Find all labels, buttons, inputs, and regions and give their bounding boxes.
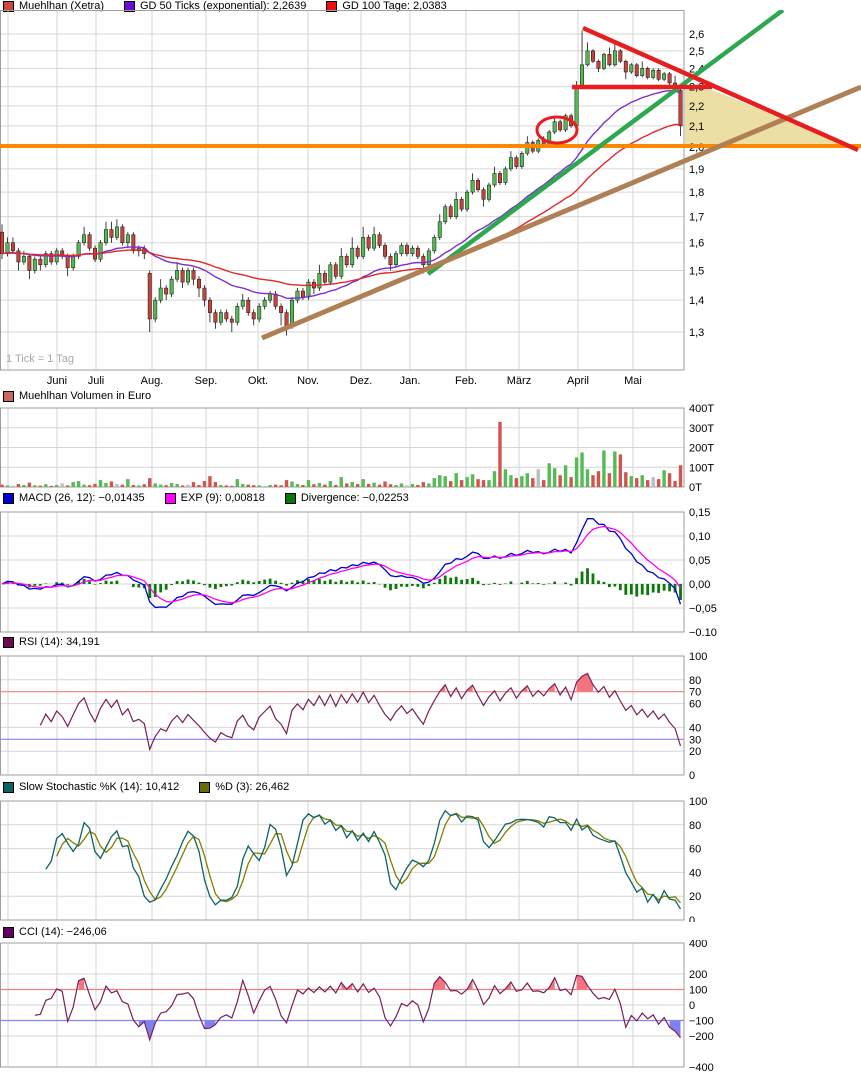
svg-text:30: 30	[689, 734, 701, 746]
legend-rsi: RSI (14): 34,191	[3, 637, 100, 648]
svg-text:Jan.: Jan.	[400, 375, 421, 387]
tick-note: 1 Tick = 1 Tag	[6, 353, 74, 365]
svg-text:60: 60	[689, 844, 701, 856]
legend-volume: Muehlhan Volumen in Euro	[3, 391, 151, 402]
svg-text:400T: 400T	[689, 404, 714, 415]
svg-text:1,7: 1,7	[689, 212, 704, 224]
svg-text:Juli: Juli	[88, 375, 105, 387]
svg-text:400: 400	[689, 940, 707, 950]
svg-text:80: 80	[689, 820, 701, 832]
cci-panel: 400 200 100 0 −100 −200 −400	[0, 940, 714, 1072]
svg-text:300T: 300T	[689, 423, 714, 435]
svg-text:0,10: 0,10	[689, 531, 710, 543]
svg-text:0T: 0T	[689, 482, 702, 492]
svg-text:−400: −400	[689, 1062, 714, 1072]
svg-text:0: 0	[689, 915, 695, 922]
svg-text:2,5: 2,5	[689, 46, 704, 58]
legend-label: MACD (26, 12): −0,01435	[19, 492, 145, 504]
legend-swatch	[3, 493, 14, 504]
svg-text:2,6: 2,6	[689, 29, 704, 41]
legend-macd-item: Divergence: −0,02253	[284, 492, 409, 504]
legend-label: Divergence: −0,02253	[300, 492, 409, 504]
legend-macd-item: MACD (26, 12): −0,01435	[3, 493, 145, 504]
svg-text:1,8: 1,8	[689, 187, 704, 199]
rsi-panel: 100 807060 403020 0	[0, 651, 707, 780]
legend-stoch-item: %D (3): 26,462	[199, 782, 289, 793]
price-chart-panel: 2,62,52,42,32,22,12,01,91,81,71,61,51,41…	[0, 10, 861, 387]
svg-text:100: 100	[689, 985, 707, 997]
legend-macd-item: EXP (9): 0,00818	[164, 492, 265, 504]
svg-text:20: 20	[689, 746, 701, 758]
svg-text:100T: 100T	[689, 462, 714, 474]
svg-text:Okt.: Okt.	[248, 375, 268, 387]
macd-panel: 0,15 0,10 0,05 0,00 −0,05 −0,10	[0, 508, 717, 636]
legend-cci-item: CCI (14): −246,06	[3, 927, 107, 938]
legend-label: %D (3): 26,462	[215, 781, 290, 793]
legend-rsi-item: RSI (14): 34,191	[3, 637, 100, 648]
svg-text:−100: −100	[689, 1016, 714, 1028]
svg-text:1,5: 1,5	[689, 265, 704, 277]
svg-text:2,2: 2,2	[689, 101, 704, 113]
svg-text:0: 0	[689, 770, 695, 780]
legend-macd: MACD (26, 12): −0,01435 EXP (9): 0,00818 D…	[3, 493, 409, 504]
svg-text:Feb.: Feb.	[455, 375, 477, 387]
svg-text:200T: 200T	[689, 443, 714, 455]
svg-text:80: 80	[689, 675, 701, 687]
legend-label: RSI (14): 34,191	[19, 636, 100, 648]
svg-text:Aug.: Aug.	[141, 375, 164, 387]
svg-text:1,6: 1,6	[689, 238, 704, 250]
volume-panel: 400T 300T 200T 100T 0T	[0, 404, 714, 492]
svg-text:40: 40	[689, 867, 701, 879]
svg-text:0,05: 0,05	[689, 555, 710, 567]
svg-text:Sep.: Sep.	[195, 375, 218, 387]
svg-text:−0,05: −0,05	[689, 603, 717, 615]
svg-text:70: 70	[689, 687, 701, 699]
svg-text:60: 60	[689, 699, 701, 711]
legend-swatch	[284, 493, 296, 504]
svg-text:Nov.: Nov.	[297, 375, 319, 387]
svg-text:1,4: 1,4	[689, 295, 704, 307]
chart-page: Muehlhan (Xetra) GD 50 Ticks (exponential…	[0, 0, 861, 1072]
svg-text:−0,10: −0,10	[689, 627, 717, 636]
svg-text:100: 100	[689, 651, 707, 663]
svg-text:0,15: 0,15	[689, 508, 710, 519]
legend-stoch-item: Slow Stochastic %K (14): 10,412	[3, 782, 179, 793]
legend-cci: CCI (14): −246,06	[3, 927, 107, 938]
svg-text:40: 40	[689, 722, 701, 734]
legend-swatch	[3, 391, 14, 402]
svg-text:20: 20	[689, 891, 701, 903]
svg-text:Dez.: Dez.	[350, 375, 373, 387]
legend-swatch	[3, 782, 14, 793]
legend-label: Muehlhan Volumen in Euro	[19, 390, 152, 402]
svg-text:Juni: Juni	[47, 375, 67, 387]
svg-text:1,9: 1,9	[689, 164, 704, 176]
legend-swatch	[3, 637, 14, 648]
legend-label: CCI (14): −246,06	[19, 926, 107, 938]
legend-swatch	[199, 782, 211, 793]
svg-text:0,00: 0,00	[689, 579, 710, 591]
legend-stoch: Slow Stochastic %K (14): 10,412 %D (3): 2…	[3, 782, 289, 793]
svg-text:Mai: Mai	[624, 375, 642, 387]
svg-text:200: 200	[689, 969, 707, 981]
legend-swatch	[3, 927, 14, 938]
svg-text:100: 100	[689, 796, 707, 808]
svg-text:−200: −200	[689, 1031, 714, 1043]
legend-volume-item: Muehlhan Volumen in Euro	[3, 391, 151, 402]
svg-text:1,3: 1,3	[689, 327, 704, 339]
legend-label: Slow Stochastic %K (14): 10,412	[19, 781, 180, 793]
legend-swatch	[164, 493, 176, 504]
svg-text:April: April	[567, 375, 589, 387]
svg-text:0: 0	[689, 1000, 695, 1012]
svg-text:März: März	[507, 375, 531, 387]
stochastic-panel: 100 80 60 40 20 0	[0, 796, 707, 922]
legend-label: EXP (9): 0,00818	[180, 492, 265, 504]
svg-text:2,1: 2,1	[689, 121, 704, 133]
